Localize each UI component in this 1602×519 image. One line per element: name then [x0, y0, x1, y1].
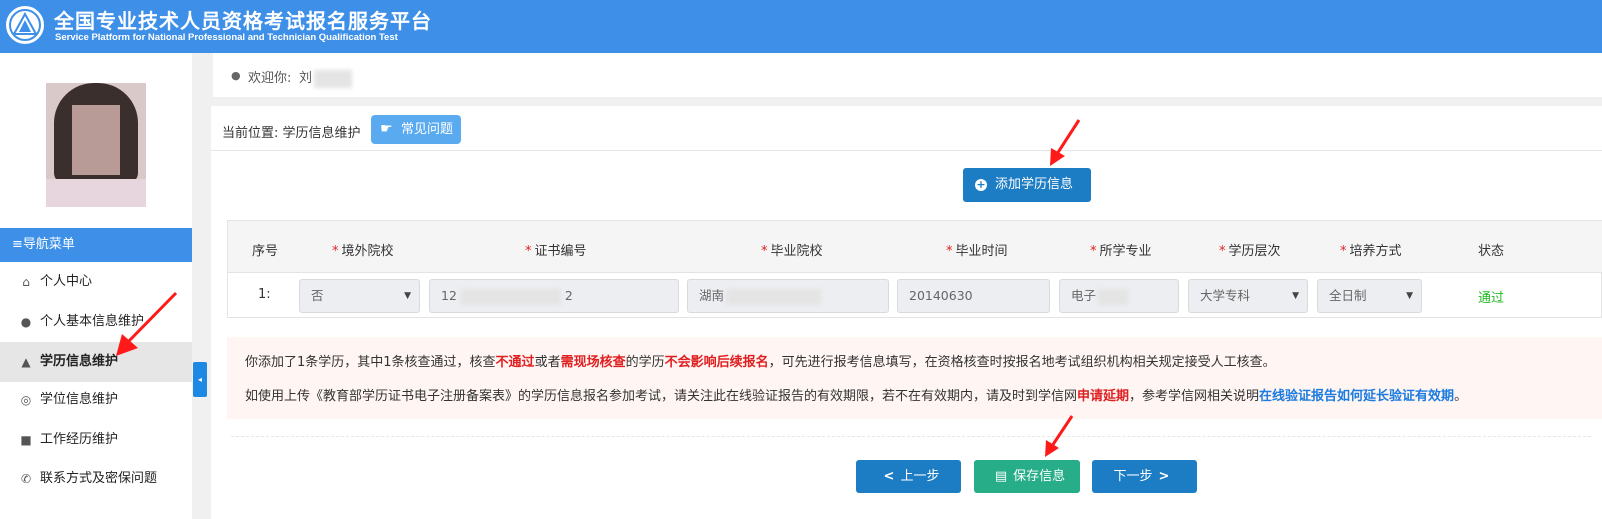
welcome-text: 欢迎你:: [248, 71, 292, 86]
header-status: 状态: [1478, 244, 1505, 259]
phone-icon: ✆: [20, 472, 32, 486]
add-education-label: 添加学历信息: [995, 177, 1074, 192]
header-school: * 毕业院校: [761, 244, 823, 259]
extend-validity-link[interactable]: 在线验证报告如何延长验证有效期: [1259, 389, 1454, 404]
apply-extension-link[interactable]: 申请延期: [1077, 389, 1129, 404]
medal-icon: ◎: [20, 393, 32, 407]
sidebar-item-work-experience[interactable]: ■ 工作经历维护: [0, 420, 192, 460]
sidebar-collapse-button[interactable]: ◂: [193, 362, 207, 397]
header-level: * 学历层次: [1219, 244, 1281, 259]
chevron-down-icon: ▼: [1292, 291, 1299, 301]
sidebar-item-label: 学位信息维护: [40, 392, 119, 407]
status-badge: 通过: [1478, 291, 1505, 306]
header-major: * 所学专业: [1090, 244, 1152, 259]
site-title: 全国专业技术人员资格考试报名服务平台: [54, 9, 432, 33]
notice-line-2: 如使用上传《教育部学历证书电子注册备案表》的学历信息报名参加考试，请关注此在线验…: [245, 389, 1468, 404]
header-index: 序号: [252, 244, 279, 259]
welcome-bar: ● 欢迎你: 刘: [213, 53, 1602, 97]
header-overseas: * 境外院校: [332, 244, 394, 259]
header-grad-date: * 毕业时间: [946, 244, 1008, 259]
grad-date-input[interactable]: 20140630: [897, 279, 1050, 313]
logo-icon: [9, 9, 41, 41]
faq-button[interactable]: ☛ 常见问题: [371, 115, 461, 144]
username: 刘: [299, 67, 353, 88]
header-mode: * 培养方式: [1340, 244, 1402, 259]
site-header: 全国专业技术人员资格考试报名服务平台 Service Platform for …: [0, 0, 1602, 53]
chevron-down-icon: ▼: [404, 291, 411, 301]
add-education-button[interactable]: + 添加学历信息: [963, 168, 1091, 202]
school-input[interactable]: 湖南: [687, 279, 889, 313]
avatar: [46, 83, 146, 207]
main-content: 当前位置: 学历信息维护 ☛ 常见问题 + 添加学历信息 序号 * 境外院校 * 证…: [211, 106, 1602, 519]
annotation-arrow-icon: [1050, 119, 1081, 166]
faq-button-label: 常见问题: [401, 122, 454, 137]
chevron-down-icon: ▼: [1406, 291, 1413, 301]
overseas-select[interactable]: 否 ▼: [299, 279, 420, 313]
education-table: 序号 * 境外院校 * 证书编号 * 毕业院校 * 毕业时间 * 所学专业 * 学历层次 *…: [227, 220, 1602, 318]
next-step-button[interactable]: 下一步 >: [1092, 460, 1197, 493]
notice-box: 你添加了1条学历，其中1条核查通过，核查不通过或者需现场核查的学历不会影响后续报…: [227, 337, 1602, 419]
hand-pointer-icon: ☛: [380, 121, 393, 137]
sidebar-item-label: 个人中心: [40, 274, 93, 289]
plus-circle-icon: +: [975, 178, 987, 191]
row-index: 1:: [258, 287, 271, 302]
prev-step-button[interactable]: < 上一步: [856, 460, 961, 493]
graduation-cap-icon: ▲: [21, 355, 31, 369]
breadcrumb: 当前位置: 学历信息维护: [222, 126, 361, 141]
sidebar-item-degree[interactable]: ◎ 学位信息维护: [0, 380, 192, 420]
divider: [211, 150, 1602, 151]
cert-number-input[interactable]: 12 2: [429, 279, 679, 313]
notice-line-1: 你添加了1条学历，其中1条核查通过，核查不通过或者需现场核查的学历不会影响后续报…: [245, 355, 1276, 370]
document-icon: ▤: [994, 469, 1008, 484]
header-cert-number: * 证书编号: [525, 244, 587, 259]
site-logo: [6, 6, 44, 44]
annotation-arrow-icon: [1045, 415, 1074, 457]
nav-menu-title: ≡导航菜单: [0, 228, 192, 262]
major-input[interactable]: 电子: [1059, 279, 1179, 313]
table-header: 序号 * 境外院校 * 证书编号 * 毕业院校 * 毕业时间 * 所学专业 * 学历层次 *…: [228, 221, 1602, 273]
sidebar-item-label: 学历信息维护: [40, 354, 119, 369]
chevron-right-icon: >: [1158, 469, 1170, 484]
annotation-arrow-icon: [116, 291, 178, 356]
save-button[interactable]: ▤ 保存信息: [974, 460, 1080, 493]
sidebar-item-label: 工作经历维护: [40, 432, 119, 447]
site-subtitle: Service Platform for National Profession…: [55, 32, 398, 43]
user-icon: ●: [20, 315, 32, 329]
mode-select[interactable]: 全日制 ▼: [1317, 279, 1422, 313]
home-icon: ⌂: [22, 275, 30, 289]
chevron-left-icon: <: [883, 469, 895, 484]
sidebar-item-contact[interactable]: ✆ 联系方式及密保问题: [0, 459, 192, 499]
user-icon: ●: [231, 69, 241, 82]
sidebar-item-label: 联系方式及密保问题: [40, 471, 158, 486]
briefcase-icon: ■: [20, 433, 32, 447]
level-select[interactable]: 大学专科 ▼: [1188, 279, 1308, 313]
divider: [231, 436, 1591, 437]
sidebar: ≡导航菜单 ⌂ 个人中心 ● 个人基本信息维护 ▲ 学历信息维护 ◎ 学位信息维…: [0, 53, 192, 519]
